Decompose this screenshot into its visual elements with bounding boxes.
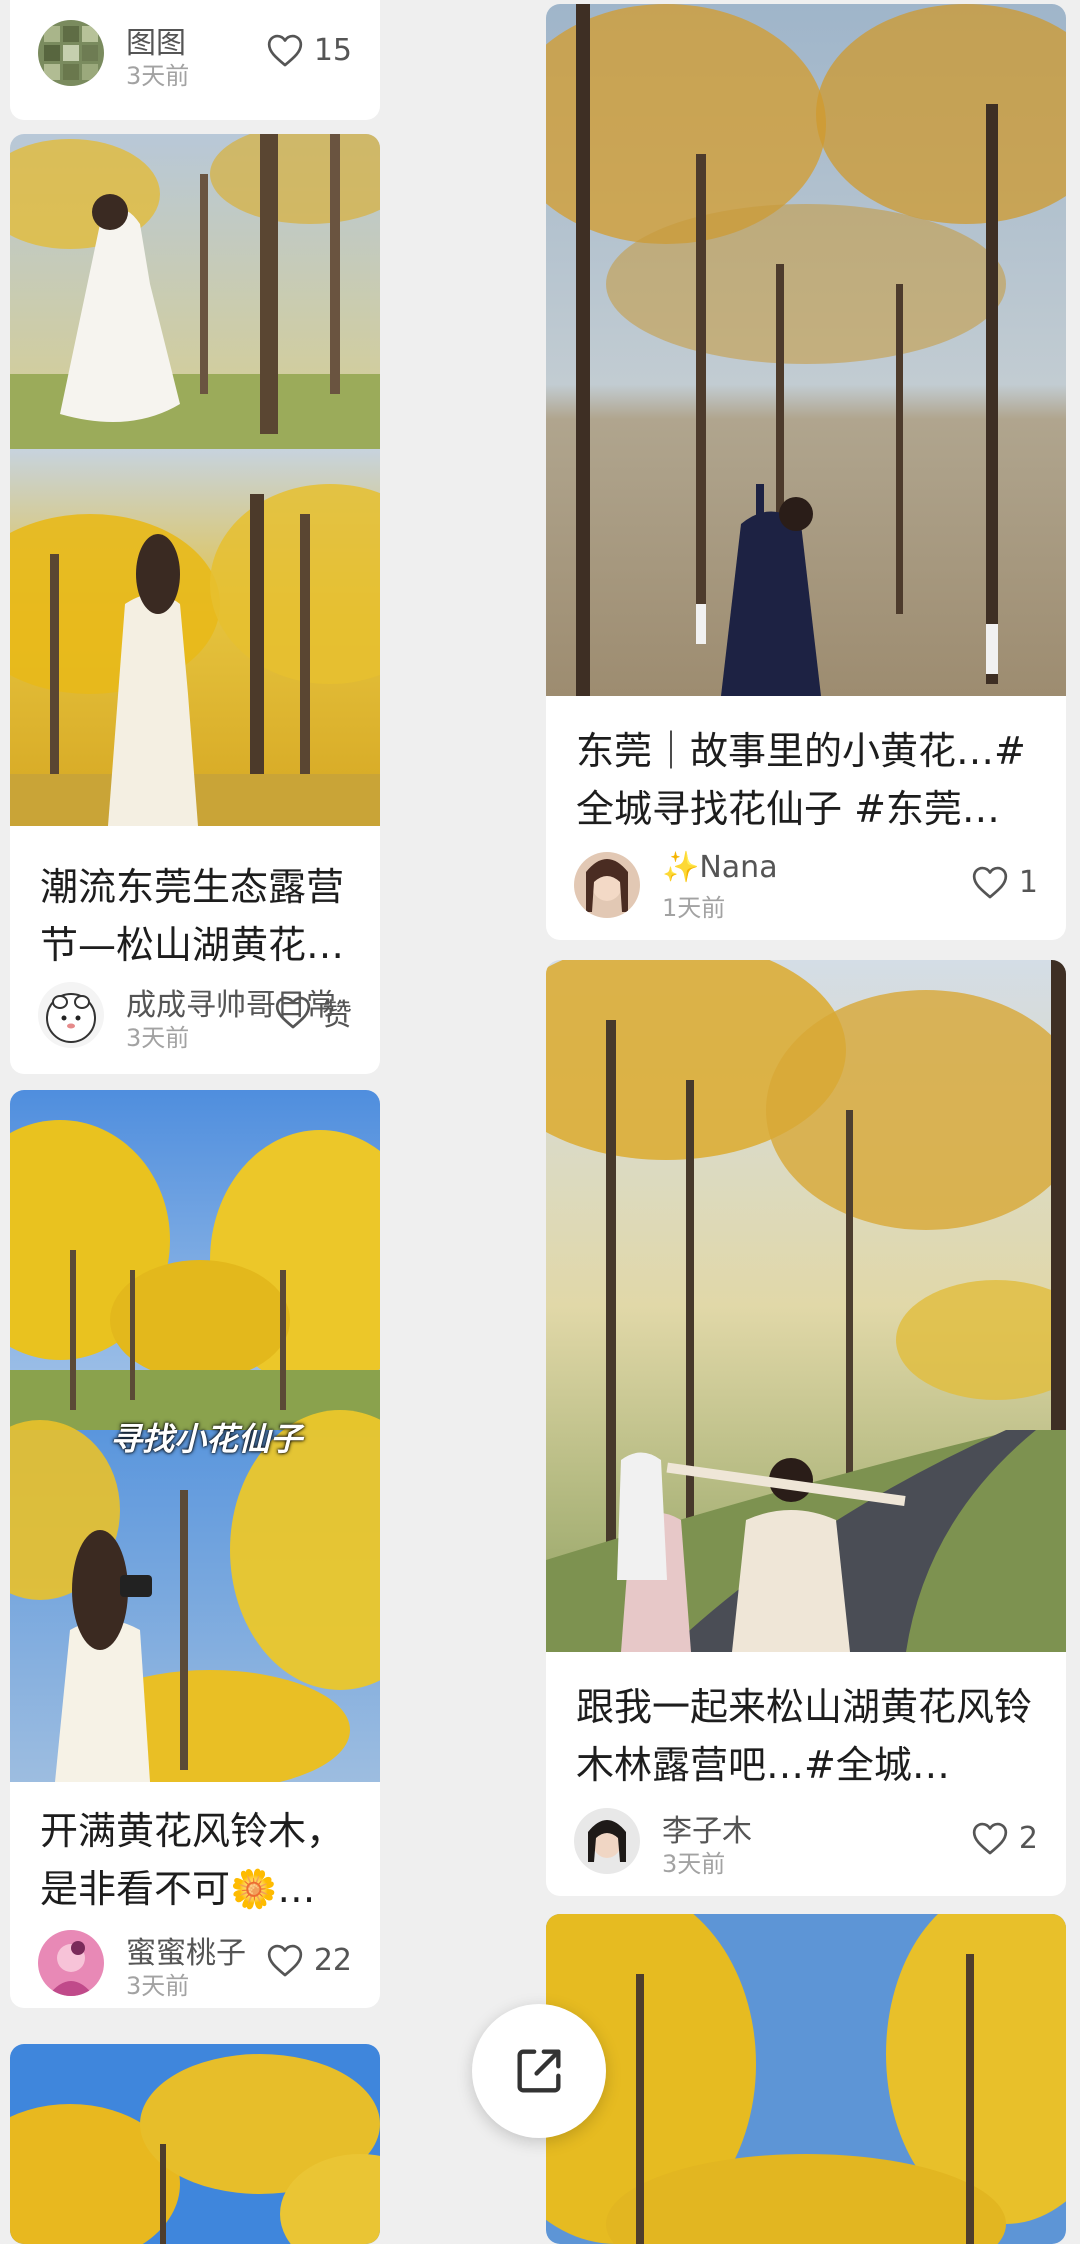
like-button[interactable]: 赞 — [274, 990, 352, 1034]
card-author-row: 李子木 3天前 2 — [574, 1806, 1038, 1878]
share-button[interactable] — [472, 2004, 606, 2138]
like-count: 22 — [313, 1942, 352, 1978]
avatar[interactable] — [38, 20, 104, 86]
post-photo[interactable] — [546, 1914, 1066, 2244]
like-button[interactable]: 22 — [266, 1938, 352, 1982]
author-name[interactable]: ✨Nana — [662, 850, 778, 885]
post-photo[interactable] — [546, 960, 1066, 1652]
post-time: 3天前 — [126, 1972, 190, 2000]
heart-outline-icon — [971, 864, 1009, 900]
like-count: 1 — [1018, 864, 1038, 900]
feed-card[interactable]: 东莞｜故事里的小黄花…#全城寻找花仙子 #东莞… ✨Nana 1天前 1 — [546, 4, 1066, 940]
post-photo[interactable] — [546, 4, 1066, 696]
avatar[interactable] — [38, 1930, 104, 1996]
post-time: 3天前 — [126, 1024, 190, 1052]
feed-card[interactable]: 寻找小花仙子 开满黄花风铃木，是非看不可🌼…#全城寻找花… 蜜蜜桃子 3天前 2… — [10, 1090, 380, 2008]
heart-outline-icon — [266, 1942, 304, 1978]
post-title[interactable]: 东莞｜故事里的小黄花…#全城寻找花仙子 #东莞… — [576, 722, 1038, 838]
like-button[interactable]: 15 — [266, 28, 352, 72]
like-count: 赞 — [322, 998, 352, 1033]
post-title[interactable]: 跟我一起来松山湖黄花风铃木林露营吧…#全城… — [576, 1678, 1038, 1794]
post-time: 3天前 — [662, 1850, 726, 1878]
photo-caption: 寻找小花仙子 — [110, 1420, 303, 1458]
post-title[interactable]: 潮流东莞生态露营节—松山湖黄花风铃木专场[… — [40, 858, 352, 974]
post-photo[interactable] — [10, 2044, 380, 2244]
heart-outline-icon — [971, 1820, 1009, 1856]
post-time: 1天前 — [662, 894, 726, 922]
post-photo[interactable] — [10, 134, 380, 826]
like-button[interactable]: 1 — [971, 860, 1038, 904]
card-author-row: 蜜蜜桃子 3天前 22 — [38, 1928, 352, 2000]
feed-card[interactable]: 跟我一起来松山湖黄花风铃木林露营吧…#全城… 李子木 3天前 2 — [546, 960, 1066, 1896]
feed-card[interactable] — [546, 1914, 1066, 2244]
heart-outline-icon — [274, 994, 312, 1030]
post-time: 3天前 — [126, 62, 190, 90]
post-title[interactable]: 开满黄花风铃木，是非看不可🌼…#全城寻找花… — [40, 1802, 352, 1918]
like-button[interactable]: 2 — [971, 1816, 1038, 1860]
share-external-icon — [517, 2049, 561, 2093]
card-author-row: 成成寻帅哥日常 3天前 赞 — [38, 980, 352, 1052]
avatar[interactable] — [574, 852, 640, 918]
feed-card[interactable]: 潮流东莞生态露营节—松山湖黄花风铃木专场[… 成成寻帅哥日常 3天前 赞 — [10, 134, 380, 1074]
heart-outline-icon — [266, 32, 304, 68]
avatar[interactable] — [574, 1808, 640, 1874]
like-count: 15 — [313, 32, 352, 68]
card-author-row: 图图 3天前 15 — [38, 18, 352, 90]
like-count: 2 — [1018, 1820, 1038, 1856]
feed-card[interactable]: 图图 3天前 15 — [10, 0, 380, 120]
card-author-row: ✨Nana 1天前 1 — [574, 850, 1038, 922]
feed-card[interactable] — [10, 2044, 380, 2244]
avatar[interactable] — [38, 982, 104, 1048]
